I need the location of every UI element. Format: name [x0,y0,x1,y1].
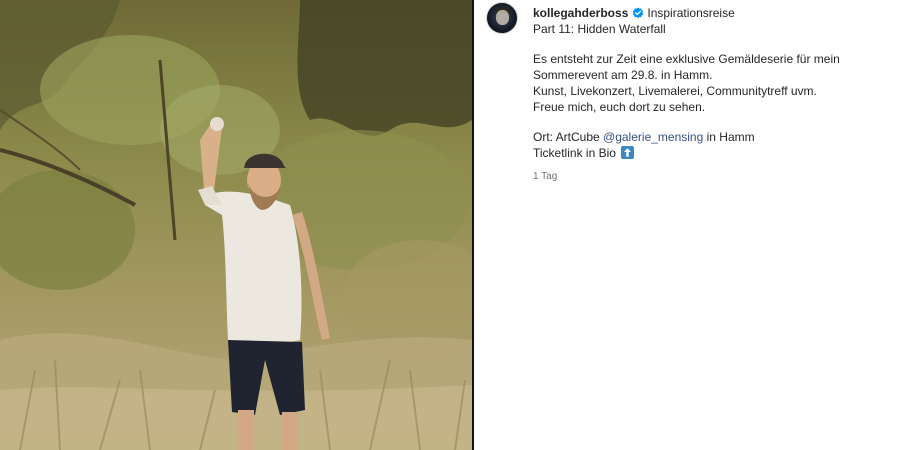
post-location[interactable]: Inspirationsreise [647,5,734,21]
caption-line: Freue mich, euch dort zu sehen. [533,100,706,114]
ticket-text: Ticketlink in Bio [533,146,620,160]
caption-content: kollegahderboss Inspirationsreise Part 1… [533,5,883,185]
post-image[interactable] [0,0,472,450]
avatar-face [496,10,509,25]
caption-line: Sommerevent am 29.8. in Hamm. [533,68,713,82]
author-username[interactable]: kollegahderboss [533,5,628,21]
caption-line: Es entsteht zur Zeit eine exklusive Gemä… [533,52,840,66]
caption-title: Part 11: Hidden Waterfall [533,22,666,36]
author-header: kollegahderboss Inspirationsreise [533,5,883,21]
caption-panel: kollegahderboss Inspirationsreise Part 1… [474,0,900,450]
author-avatar[interactable] [486,2,518,34]
location-suffix: in Hamm [703,130,755,144]
verified-badge-icon [632,7,644,19]
caption-line: Kunst, Livekonzert, Livemalerei, Communi… [533,84,817,98]
mention-link[interactable]: @galerie_mensing [603,130,703,144]
caption-location-line: Ort: ArtCube @galerie_mensing in Hamm [533,129,883,145]
caption-ticket-line: Ticketlink in Bio [533,145,883,161]
location-prefix: Ort: ArtCube [533,130,604,144]
post-timestamp[interactable]: 1 Tag [533,169,883,185]
up-arrow-emoji-icon [621,146,635,159]
